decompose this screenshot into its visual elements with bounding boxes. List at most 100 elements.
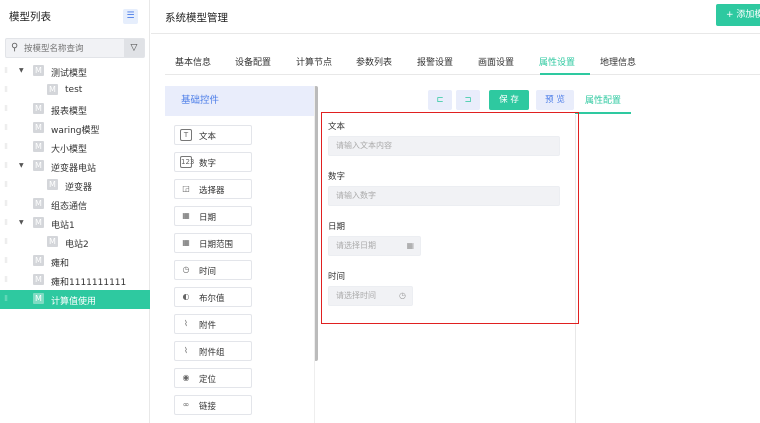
- clock-icon: ◷: [182, 265, 190, 274]
- drag-handle-icon[interactable]: ⁝⁝: [4, 294, 8, 303]
- caret-down-icon[interactable]: ▼: [19, 219, 24, 226]
- tab-property-config[interactable]: 属性配置: [575, 90, 631, 114]
- tab-item[interactable]: 属性设置: [539, 55, 575, 68]
- drag-handle-icon[interactable]: ⁝⁝: [4, 161, 8, 170]
- palette-item[interactable]: ∞ 链接: [174, 395, 252, 415]
- align-right-icon[interactable]: ⊐: [456, 90, 480, 110]
- number-icon: 123: [180, 156, 195, 168]
- form-field-placeholder: 请选择日期: [336, 241, 376, 250]
- model-icon: M: [33, 141, 44, 152]
- tree-node-label: 大小模型: [51, 145, 88, 155]
- search-input[interactable]: [24, 42, 124, 55]
- tree-node[interactable]: ⁝⁝ M 报表模型: [0, 100, 150, 119]
- tree-node[interactable]: ⁝⁝ M 瘫和1111111111: [0, 271, 150, 290]
- palette-item[interactable]: ◐ 布尔值: [174, 287, 252, 307]
- palette-item[interactable]: ⌇ 附件组: [174, 341, 252, 361]
- search-icon: ⚲: [11, 42, 19, 53]
- palette-item[interactable]: ◉ 定位: [174, 368, 252, 388]
- drag-handle-icon[interactable]: ⁝⁝: [4, 123, 8, 132]
- tab-item[interactable]: 计算节点: [296, 55, 332, 68]
- tree-node[interactable]: ⁝⁝ Mwaring模型: [0, 119, 150, 138]
- location-icon: ◉: [182, 373, 190, 382]
- palette-item-label: 数字: [199, 159, 217, 169]
- tree-node[interactable]: ⁝⁝ M 瘫和: [0, 252, 150, 271]
- tree-node-label: test: [65, 85, 83, 95]
- model-icon: M: [47, 236, 58, 247]
- palette-item-label: 文本: [199, 132, 217, 142]
- tab-item[interactable]: 地理信息: [600, 55, 636, 68]
- drag-handle-icon[interactable]: ⁝⁝: [4, 237, 8, 246]
- save-button[interactable]: 保 存: [489, 90, 529, 110]
- active-tab-indicator: [540, 73, 590, 75]
- caret-down-icon[interactable]: ▼: [19, 162, 24, 169]
- model-icon: M: [33, 160, 44, 171]
- tree-node-label: 瘫和1111111111: [51, 278, 127, 288]
- palette-item[interactable]: 123 数字: [174, 152, 252, 172]
- tree-node[interactable]: ⁝⁝ M 组态通信: [0, 195, 150, 214]
- palette-item-label: 布尔值: [199, 294, 225, 304]
- model-icon: M: [33, 274, 44, 285]
- align-left-icon[interactable]: ⊏: [428, 90, 452, 110]
- form-field-input[interactable]: 请输入文本内容: [328, 136, 560, 156]
- form-field-input[interactable]: 请输入数字: [328, 186, 560, 206]
- drag-handle-icon[interactable]: ⁝⁝: [4, 66, 8, 75]
- model-icon: M: [33, 255, 44, 266]
- palette-item[interactable]: ▦ 日期范围: [174, 233, 252, 253]
- clock-icon: ◷: [399, 291, 406, 300]
- tree-node[interactable]: ⁝⁝ ▼ M 测试模型: [0, 62, 150, 81]
- palette-item[interactable]: ⌇ 附件: [174, 314, 252, 334]
- palette-item-label: 日期: [199, 213, 217, 223]
- tree-node[interactable]: ⁝⁝ M 电站2: [0, 233, 150, 252]
- toggle-icon: ◐: [182, 292, 190, 301]
- preview-button[interactable]: 预 览: [536, 90, 574, 110]
- header-divider: [151, 33, 760, 34]
- text-icon: T: [180, 129, 192, 141]
- tree-node[interactable]: ⁝⁝ M 大小模型: [0, 138, 150, 157]
- model-icon: M: [47, 84, 58, 95]
- tree-node[interactable]: ⁝⁝ M 逆变器: [0, 176, 150, 195]
- palette-divider: [314, 86, 315, 423]
- drag-handle-icon[interactable]: ⁝⁝: [4, 142, 8, 151]
- palette-item[interactable]: ◷ 时间: [174, 260, 252, 280]
- drag-handle-icon[interactable]: ⁝⁝: [4, 199, 8, 208]
- tree-node[interactable]: ⁝⁝ M 计算值使用: [0, 290, 150, 309]
- palette-item[interactable]: ▦ 日期: [174, 206, 252, 226]
- calendar-icon: ▦: [182, 211, 190, 220]
- model-icon: M: [33, 217, 44, 228]
- palette-item[interactable]: T 文本: [174, 125, 252, 145]
- tab-item[interactable]: 报警设置: [417, 55, 453, 68]
- add-model-button[interactable]: + 添加模: [716, 4, 760, 26]
- drag-handle-icon[interactable]: ⁝⁝: [4, 180, 8, 189]
- tab-item[interactable]: 画面设置: [478, 55, 514, 68]
- tree-node[interactable]: ⁝⁝ ▼ M 逆变器电站: [0, 157, 150, 176]
- caret-down-icon[interactable]: ▼: [19, 67, 24, 74]
- tab-item[interactable]: 设备配置: [235, 55, 271, 68]
- form-field-placeholder: 请输入文本内容: [336, 141, 392, 150]
- paperclip-group-icon: ⌇: [184, 346, 188, 355]
- tab-item[interactable]: 基本信息: [175, 55, 211, 68]
- form-field-label: 文本: [328, 122, 346, 132]
- model-list-title: 模型列表: [9, 11, 51, 23]
- link-icon: ∞: [182, 400, 190, 409]
- palette-item-label: 时间: [199, 267, 217, 277]
- form-field-input[interactable]: 请选择日期 ▦: [328, 236, 421, 256]
- model-icon: M: [33, 198, 44, 209]
- search-box: ⚲ ▽: [5, 38, 145, 58]
- palette-item-label: 定位: [199, 375, 217, 385]
- tree-node[interactable]: ⁝⁝ Mtest: [0, 81, 150, 100]
- filter-icon[interactable]: ▽: [124, 39, 144, 57]
- tab-item[interactable]: 参数列表: [356, 55, 392, 68]
- drag-handle-icon[interactable]: ⁝⁝: [4, 218, 8, 227]
- drag-handle-icon[interactable]: ⁝⁝: [4, 85, 8, 94]
- tree-node-label: 逆变器: [65, 183, 93, 193]
- model-icon: M: [33, 65, 44, 76]
- model-icon: M: [33, 293, 44, 304]
- drag-handle-icon[interactable]: ⁝⁝: [4, 275, 8, 284]
- tab-bar: 基本信息 设备配置 计算节点 参数列表 报警设置 画面设置 属性设置 地理信息: [165, 47, 760, 75]
- list-view-icon[interactable]: ☰: [123, 9, 138, 24]
- palette-item[interactable]: ◲ 选择器: [174, 179, 252, 199]
- drag-handle-icon[interactable]: ⁝⁝: [4, 256, 8, 265]
- form-field-input[interactable]: 请选择时间 ◷: [328, 286, 413, 306]
- drag-handle-icon[interactable]: ⁝⁝: [4, 104, 8, 113]
- tree-node[interactable]: ⁝⁝ ▼ M 电站1: [0, 214, 150, 233]
